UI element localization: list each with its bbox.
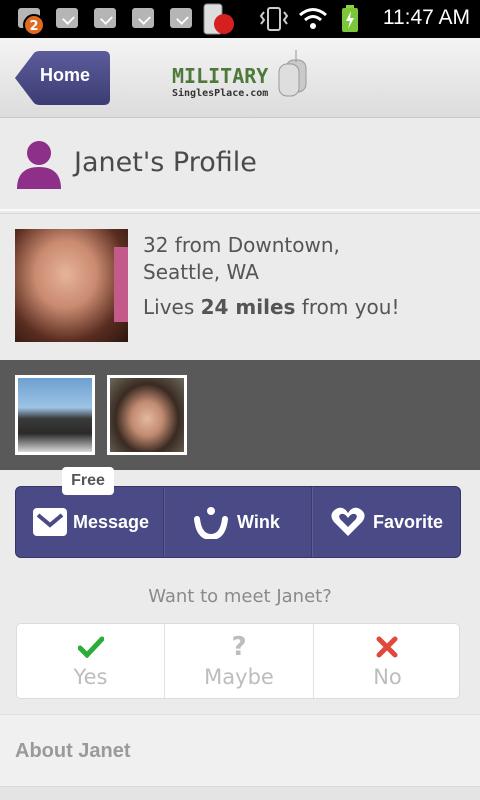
notification-count-badge: 2 bbox=[23, 14, 45, 36]
x-icon bbox=[376, 636, 398, 658]
distance-prefix: Lives bbox=[143, 295, 201, 319]
distance-value: 24 miles bbox=[200, 295, 296, 319]
logo-main-text: MILITARY bbox=[172, 64, 269, 88]
free-badge: Free bbox=[62, 467, 114, 495]
photo-thumbnail[interactable] bbox=[15, 375, 95, 455]
profile-title-row: Janet's Profile bbox=[0, 119, 480, 211]
maybe-label: Maybe bbox=[204, 665, 274, 689]
check-icon bbox=[78, 636, 104, 658]
no-button[interactable]: No bbox=[314, 624, 461, 698]
dog-tags-icon bbox=[278, 50, 307, 97]
envelope-icon bbox=[33, 508, 67, 536]
person-icon bbox=[17, 141, 61, 189]
home-button-label: Home bbox=[40, 65, 91, 85]
battery-charging-icon bbox=[342, 5, 358, 32]
wink-button[interactable]: Wink bbox=[165, 487, 312, 557]
message-label: Message bbox=[73, 512, 150, 532]
favorite-label: Favorite bbox=[373, 512, 444, 532]
home-button[interactable]: Home bbox=[14, 51, 110, 105]
status-bar: 2 11:47 AM bbox=[0, 0, 480, 38]
clipboard-icon bbox=[132, 8, 154, 28]
photo-thumbnail[interactable] bbox=[107, 375, 187, 455]
yes-label: Yes bbox=[73, 665, 108, 689]
logo-sub-text: SinglesPlace.com bbox=[172, 88, 269, 99]
maybe-button[interactable]: ? Maybe bbox=[165, 624, 313, 698]
clipboard-icon bbox=[170, 8, 192, 28]
about-title: About Janet bbox=[15, 740, 131, 762]
favorite-button[interactable]: Favorite bbox=[313, 487, 461, 557]
wifi-icon bbox=[299, 8, 327, 29]
age-location-line2: Seattle, WA bbox=[143, 260, 259, 284]
meet-question: Want to meet Janet? bbox=[148, 586, 332, 607]
wink-label: Wink bbox=[237, 512, 280, 532]
photo-strip bbox=[0, 360, 480, 470]
heart-icon bbox=[331, 507, 365, 536]
profile-photo[interactable] bbox=[15, 229, 128, 342]
action-bar: Message Wink Favorite bbox=[15, 486, 461, 558]
page-title: Janet's Profile bbox=[74, 147, 257, 178]
distance-text: Lives 24 miles from you! bbox=[143, 295, 399, 319]
phone-record-icon bbox=[203, 3, 234, 35]
clock: 11:47 AM bbox=[382, 6, 470, 29]
no-label: No bbox=[373, 665, 402, 689]
yes-button[interactable]: Yes bbox=[17, 624, 164, 698]
meet-vote: Yes ? Maybe No bbox=[16, 623, 460, 699]
app-header: Home MILITARY SinglesPlace.com bbox=[0, 38, 480, 118]
message-button[interactable]: Message bbox=[16, 487, 164, 557]
clipboard-icon bbox=[94, 8, 116, 28]
vibrate-icon bbox=[259, 7, 289, 31]
next-section-edge bbox=[0, 786, 480, 800]
clipboard-icon bbox=[56, 8, 78, 28]
age-location-line1: 32 from Downtown, bbox=[143, 233, 340, 257]
military-singles-logo: MILITARY SinglesPlace.com bbox=[170, 50, 310, 106]
question-icon: ? bbox=[231, 632, 247, 662]
profile-info: 32 from Downtown, Seattle, WA Lives 24 m… bbox=[0, 213, 480, 359]
distance-suffix: from you! bbox=[295, 295, 400, 319]
wink-icon bbox=[194, 507, 228, 539]
about-section[interactable]: About Janet bbox=[0, 714, 480, 786]
